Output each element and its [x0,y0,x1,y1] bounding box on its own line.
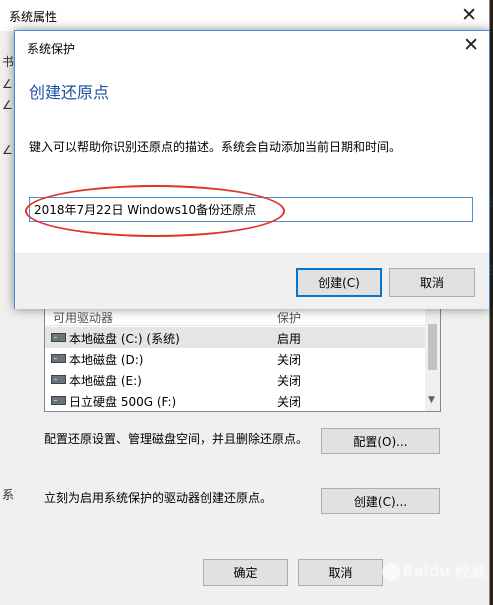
drive-name: 本地磁盘 (C:) (系统) [69,332,180,346]
drive-row-c[interactable]: 本地磁盘 (C:) (系统) 启用 [45,327,425,348]
dialog-footer: 创建(C) 取消 [15,253,489,309]
drive-protection-status: 启用 [277,332,302,346]
dialog-title: 系统保护 [27,42,76,56]
drive-protection-status: 关闭 [277,374,302,388]
drive-row-f[interactable]: 日立硬盘 500G (F:) 关闭 [45,390,425,411]
restore-point-name-input[interactable] [29,197,473,222]
close-icon[interactable]: ✕ [461,4,477,26]
configure-description: 配置还原设置、管理磁盘空间，并且删除还原点。 [44,432,309,446]
column-header-drive[interactable]: 可用驱动器 [53,309,113,326]
watermark-text: Baidu 经验 [402,562,486,580]
baidu-watermark: Baidu 经验 [380,556,490,596]
create-button[interactable]: 创建(C) [296,268,382,297]
window-title: 系统属性 [9,10,58,24]
hard-drive-icon [51,396,66,405]
hard-drive-icon [51,375,66,384]
drive-protection-status: 关闭 [277,395,302,409]
title-bar: 系统属性 ✕ [0,0,489,31]
close-icon[interactable]: ✕ [463,34,479,56]
column-header-protection[interactable]: 保护 [277,309,301,326]
drive-list[interactable]: 可用驱动器 保护 本地磁盘 (C:) (系统) 启用 本地磁盘 (D:) 关闭 … [44,306,441,412]
drive-list-header: 可用驱动器 保护 [45,307,425,326]
dialog-cancel-button[interactable]: 取消 [389,268,475,297]
paw-logo-icon [382,562,400,581]
create-description: 立刻为启用系统保护的驱动器创建还原点。 [44,491,273,505]
vertical-scrollbar[interactable]: ▼ [425,307,440,411]
drive-row-d[interactable]: 本地磁盘 (D:) 关闭 [45,348,425,369]
drive-name: 本地磁盘 (E:) [69,374,142,388]
hard-drive-icon [51,333,66,342]
hidden-text-fragment: ∠ [2,143,13,157]
drive-name: 日立硬盘 500G (F:) [69,395,177,409]
hidden-text-fragment: 系 [2,488,15,502]
system-protection-dialog: 系统保护 ✕ 创建还原点 键入可以帮助你识别还原点的描述。系统会自动添加当前日期… [14,30,490,309]
ok-button[interactable]: 确定 [203,559,288,586]
scroll-down-arrow-icon[interactable]: ▼ [428,395,435,405]
drive-row-e[interactable]: 本地磁盘 (E:) 关闭 [45,369,425,390]
cancel-button[interactable]: 取消 [298,559,383,586]
dialog-message: 键入可以帮助你识别还原点的描述。系统会自动添加当前日期和时间。 [29,140,402,154]
hidden-text-fragment: 书 [2,55,15,69]
drive-name: 本地磁盘 (D:) [69,353,144,367]
configure-button[interactable]: 配置(O)... [321,428,440,454]
hidden-text-fragment: ∠ [2,77,13,91]
create-restore-point-button[interactable]: 创建(C)... [321,488,440,514]
dialog-heading: 创建还原点 [29,83,110,102]
drive-protection-status: 关闭 [277,353,302,367]
scrollbar-thumb[interactable] [428,324,437,370]
hard-drive-icon [51,354,66,363]
hidden-text-fragment: ∠ [2,98,13,112]
